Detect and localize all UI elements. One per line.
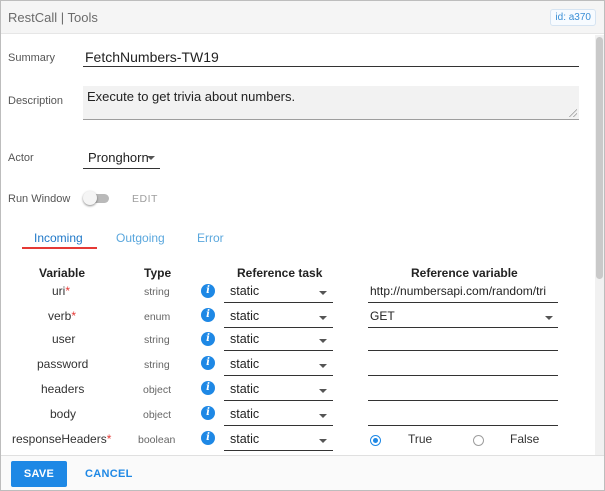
- reference-variable-input[interactable]: [368, 379, 558, 401]
- edit-button[interactable]: EDIT: [132, 193, 158, 205]
- active-tab-indicator: [22, 247, 97, 249]
- summary-label: Summary: [8, 52, 56, 64]
- reference-task-select[interactable]: static: [224, 429, 333, 451]
- chevron-down-icon: [147, 156, 155, 160]
- chevron-down-icon: [545, 316, 553, 320]
- description-text: Execute to get trivia about numbers.: [87, 89, 296, 104]
- variable-name: verb*: [48, 309, 77, 323]
- reference-task-value: static: [230, 382, 260, 396]
- reference-task-value: static: [230, 357, 260, 371]
- column-header-reference-task: Reference task: [237, 266, 323, 280]
- variable-type: enum: [144, 311, 171, 323]
- required-marker: *: [106, 432, 112, 446]
- variable-name: headers: [41, 382, 85, 396]
- description-textarea[interactable]: Execute to get trivia about numbers.: [83, 86, 579, 120]
- info-icon[interactable]: i: [201, 332, 215, 346]
- reference-task-value: static: [230, 332, 260, 346]
- chevron-down-icon: [319, 389, 327, 393]
- table-row: headers object i static: [1, 379, 601, 403]
- required-marker: *: [65, 284, 71, 298]
- variable-type: boolean: [138, 434, 176, 446]
- variable-name: body: [50, 407, 77, 421]
- dialog-titlebar: RestCall | Tools id: a370: [1, 1, 604, 34]
- radio-false-label[interactable]: False: [510, 432, 539, 446]
- reference-variable-select[interactable]: GET: [368, 306, 558, 328]
- reference-task-value: static: [230, 284, 260, 298]
- reference-task-select[interactable]: static: [224, 379, 333, 401]
- info-icon[interactable]: i: [201, 431, 215, 445]
- info-icon[interactable]: i: [201, 356, 215, 370]
- reference-variable-input[interactable]: [368, 329, 558, 351]
- chevron-down-icon: [319, 364, 327, 368]
- reference-task-select[interactable]: static: [224, 281, 333, 303]
- chevron-down-icon: [319, 291, 327, 295]
- table-row: verb* enum i static GET: [1, 306, 601, 330]
- tab-error[interactable]: Error: [197, 231, 224, 245]
- variable-name: password: [37, 357, 89, 371]
- radio-true-label[interactable]: True: [408, 432, 432, 446]
- reference-variable-input[interactable]: [368, 404, 558, 426]
- info-icon[interactable]: i: [201, 308, 215, 322]
- reference-task-select[interactable]: static: [224, 306, 333, 328]
- dialog-title: RestCall | Tools: [8, 10, 98, 25]
- resize-grip-icon[interactable]: [569, 109, 577, 117]
- reference-variable-value: http://numbersapi.com/random/tri: [370, 284, 547, 298]
- reference-variable-value: GET: [370, 309, 395, 323]
- reference-task-select[interactable]: static: [224, 354, 333, 376]
- actor-label: Actor: [8, 152, 34, 164]
- id-badge: id: a370: [550, 9, 596, 26]
- chevron-down-icon: [319, 414, 327, 418]
- chevron-down-icon: [319, 339, 327, 343]
- variable-type: string: [144, 334, 170, 346]
- variable-type: object: [143, 409, 172, 421]
- tab-incoming[interactable]: Incoming: [34, 231, 83, 245]
- table-row: user string i static: [1, 329, 601, 353]
- run-window-label: Run Window: [8, 193, 71, 205]
- info-icon[interactable]: i: [201, 381, 215, 395]
- reference-variable-input[interactable]: http://numbersapi.com/random/tri: [368, 281, 558, 303]
- variable-type: string: [144, 359, 170, 371]
- reference-task-value: static: [230, 407, 260, 421]
- column-header-variable: Variable: [39, 266, 86, 280]
- reference-variable-input[interactable]: [368, 354, 558, 376]
- actor-value: Pronghorn: [88, 150, 149, 165]
- info-icon[interactable]: i: [201, 284, 215, 298]
- table-row: password string i static: [1, 354, 601, 378]
- radio-false[interactable]: [473, 435, 484, 446]
- dialog-footer: SAVE CANCEL: [1, 455, 604, 490]
- reference-task-value: static: [230, 432, 260, 446]
- tab-outgoing[interactable]: Outgoing: [116, 231, 165, 245]
- variable-name: responseHeaders*: [12, 432, 112, 446]
- chevron-down-icon: [319, 439, 327, 443]
- variable-type: object: [143, 384, 172, 396]
- info-icon[interactable]: i: [201, 406, 215, 420]
- summary-input[interactable]: [83, 47, 579, 67]
- variable-name: user: [52, 332, 76, 346]
- table-row: responseHeaders* boolean i static True F…: [1, 429, 601, 453]
- required-marker: *: [71, 309, 77, 323]
- column-header-type: Type: [144, 266, 172, 280]
- reference-task-select[interactable]: static: [224, 404, 333, 426]
- toggle-knob: [83, 191, 97, 205]
- restcall-dialog: RestCall | Tools id: a370 Summary Descri…: [0, 0, 605, 491]
- table-row: body object i static: [1, 404, 601, 428]
- scrollbar-thumb[interactable]: [596, 37, 603, 279]
- chevron-down-icon: [319, 316, 327, 320]
- run-window-toggle[interactable]: [83, 191, 109, 205]
- table-row: uri* string i static http://numbersapi.c…: [1, 281, 601, 305]
- variable-name: uri*: [52, 284, 71, 298]
- column-header-reference-variable: Reference variable: [411, 266, 518, 280]
- save-button[interactable]: SAVE: [11, 461, 67, 487]
- cancel-button[interactable]: CANCEL: [85, 461, 133, 487]
- variable-type: string: [144, 286, 170, 298]
- reference-task-select[interactable]: static: [224, 329, 333, 351]
- actor-select[interactable]: Pronghorn: [83, 147, 160, 169]
- radio-true[interactable]: [370, 435, 381, 446]
- reference-task-value: static: [230, 309, 260, 323]
- description-label: Description: [8, 95, 64, 107]
